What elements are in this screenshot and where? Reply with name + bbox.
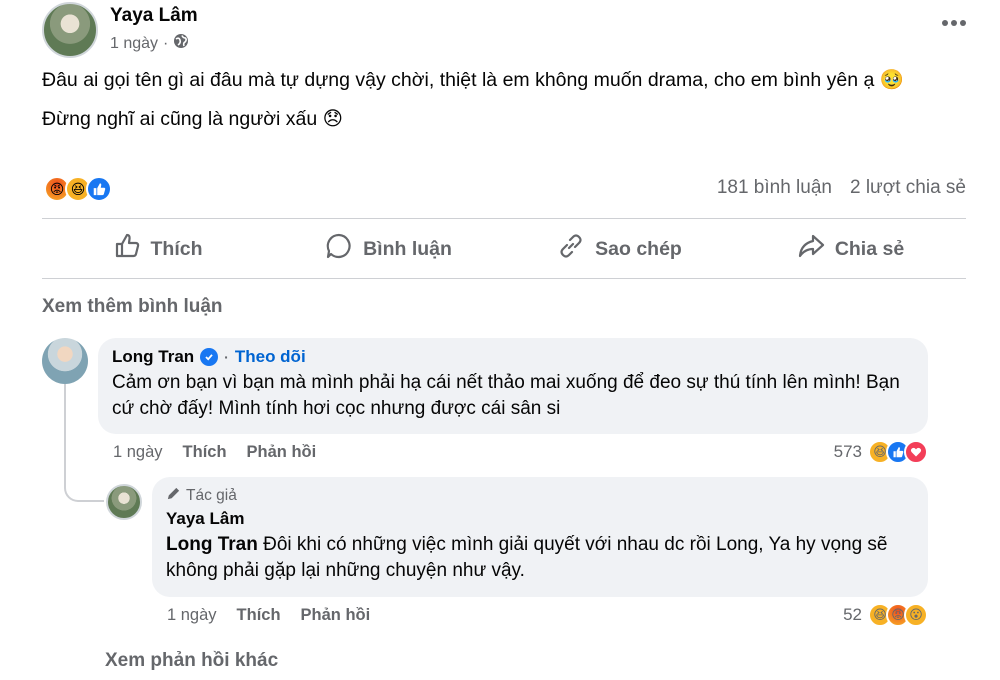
like-reaction-icon [86,176,112,202]
verified-badge-icon [200,348,219,366]
follow-separator: · [224,349,229,365]
reply-reactions[interactable]: 52 😆 😡 😮 [843,603,928,627]
reply-reaction-count: 52 [843,605,862,624]
reply-author-avatar[interactable] [106,484,142,520]
post-reactions[interactable]: 😡 😆 [44,176,112,202]
like-icon [113,232,141,266]
post-stats: 😡 😆 181 bình luận 2 lượt chia sẻ [42,174,966,204]
view-more-replies-link[interactable]: Xem phản hồi khác [105,650,278,672]
comment-meta: 1 ngày Thích Phản hồi [113,443,316,462]
reply-like-link[interactable]: Thích [237,606,281,625]
divider [42,218,966,219]
comment-reactions[interactable]: 573 😆 [833,440,928,464]
thread-line [64,384,66,468]
like-label: Thích [150,237,203,260]
comment-label: Bình luận [363,237,452,260]
post-meta: 1 ngày · [110,33,189,54]
more-options-icon[interactable] [934,8,974,38]
author-badge: Tác giả [166,486,914,506]
comment-text: Cảm ơn bạn vì bạn mà mình phải hạ cái nế… [112,372,900,419]
post-header: Yaya Lâm 1 ngày · [42,2,966,58]
comment-time[interactable]: 1 ngày [113,443,163,462]
post-paragraph: Đâu ai gọi tên gì ai đâu mà tự dựng vậy … [42,69,905,91]
divider [42,278,966,279]
share-label: Chia sẻ [834,237,905,260]
comment-button[interactable]: Bình luận [273,226,504,272]
view-more-comments-link[interactable]: Xem thêm bình luận [42,296,223,318]
reply-meta: 1 ngày Thích Phản hồi [167,606,370,625]
like-button[interactable]: Thích [42,226,273,272]
pencil-icon [166,486,181,506]
reply-text-body: Đôi khi có những việc mình giải quyết vớ… [166,534,888,581]
follow-button[interactable]: Theo dõi [235,347,306,367]
copy-label: Sao chép [595,237,682,260]
comment-count[interactable]: 181 bình luận [717,177,832,199]
comment-bubble: Long Tran · Theo dõi Cảm ơn bạn vì bạn m… [98,338,928,434]
comment-reaction-count: 573 [833,442,862,461]
reply-text: Long Tran Đôi khi có những việc mình giả… [166,532,914,584]
commenter-avatar[interactable] [42,338,88,384]
comment-icon [325,232,353,266]
share-count[interactable]: 2 lượt chia sẻ [850,177,966,199]
copy-button[interactable]: Sao chép [504,226,735,272]
comment-header: Long Tran · Theo dõi [112,347,914,367]
share-icon [797,232,825,266]
author-avatar[interactable] [42,2,98,58]
post-time[interactable]: 1 ngày [110,35,158,53]
share-button[interactable]: Chia sẻ [735,226,966,272]
reply-bubble: Tác giả Yaya Lâm Long Tran Đôi khi có nh… [152,477,928,597]
post-action-bar: Thích Bình luận Sao chép Chia sẻ [42,226,966,272]
post-counts: 181 bình luận 2 lượt chia sẻ [717,177,966,199]
post-body: Đâu ai gọi tên gì ai đâu mà tự dựng vậy … [42,66,962,134]
author-badge-label: Tác giả [186,487,237,504]
post-paragraph: Đừng nghĩ ai cũng là người xấu 😞 [42,108,343,130]
globe-icon [173,33,189,54]
meta-separator: · [163,34,169,52]
comment-like-link[interactable]: Thích [183,443,227,462]
thread-connector [64,466,104,502]
comment-author[interactable]: Long Tran [112,347,194,367]
comment-reply-link[interactable]: Phản hồi [247,443,317,462]
mention-link[interactable]: Long Tran [166,534,258,555]
love-reaction-icon [904,440,928,464]
wow-reaction-icon: 😮 [904,603,928,627]
post-author-name[interactable]: Yaya Lâm [110,5,198,27]
reply-author[interactable]: Yaya Lâm [166,509,914,529]
reply-time[interactable]: 1 ngày [167,606,217,625]
reply-reply-link[interactable]: Phản hồi [301,606,371,625]
link-icon [557,232,585,266]
